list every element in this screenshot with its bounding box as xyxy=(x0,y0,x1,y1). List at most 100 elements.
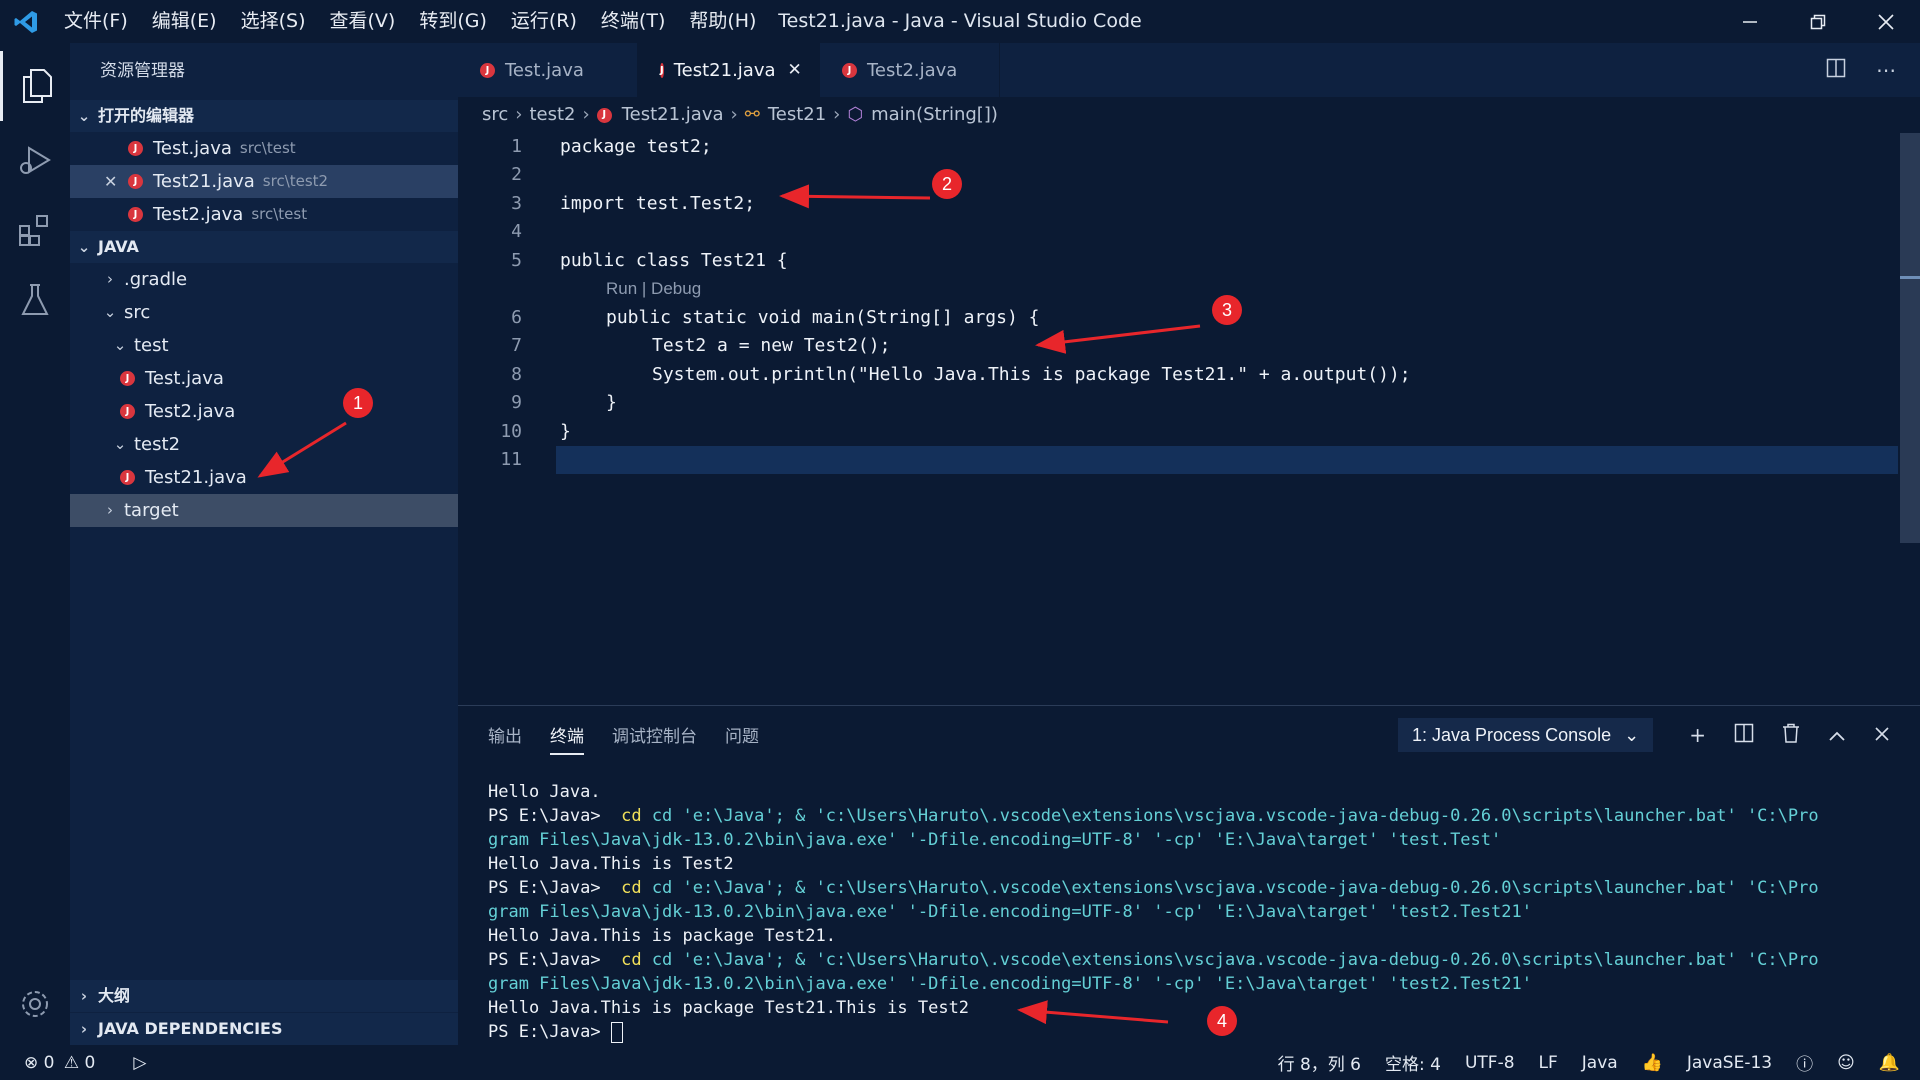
problems-status[interactable]: ⊗ 0 ⚠ 0 xyxy=(24,1053,95,1073)
file-path: src\test xyxy=(239,139,296,157)
outline-label: 大纲 xyxy=(98,986,131,1005)
chevron-right-icon: › xyxy=(515,104,523,125)
close-panel-icon[interactable] xyxy=(1874,723,1890,747)
tab-problems[interactable]: 问题 xyxy=(725,722,759,747)
run-debug-codelens[interactable]: Run | Debug xyxy=(606,275,701,303)
testing-activity[interactable] xyxy=(0,265,70,335)
minimize-button[interactable] xyxy=(1716,0,1784,43)
java-project-header[interactable]: ⌄ JAVA xyxy=(70,231,458,263)
indentation[interactable]: 空格: 4 xyxy=(1385,1050,1441,1075)
add-terminal-icon[interactable]: + xyxy=(1689,723,1706,747)
chevron-down-icon: ⌄ xyxy=(77,107,91,125)
tab-test2-java[interactable]: J Test2.java xyxy=(820,43,1000,97)
extensions-activity[interactable] xyxy=(0,195,70,265)
chevron-down-icon: ⌄ xyxy=(113,435,127,453)
terminal-output[interactable]: Hello Java. PS E:\Java> cd cd 'e:\Java';… xyxy=(488,780,1908,1044)
line-number: 3 xyxy=(511,193,522,214)
tree-item-test[interactable]: ⌄ test xyxy=(70,329,458,362)
menu-help[interactable]: 帮助(H) xyxy=(677,0,768,43)
breadcrumb-item[interactable]: test2 xyxy=(529,97,575,133)
menu-edit[interactable]: 编辑(E) xyxy=(140,0,229,43)
chevron-right-icon: › xyxy=(107,501,113,519)
breadcrumb-item[interactable]: Test21.java xyxy=(622,97,724,133)
outline-header[interactable]: › 大纲 xyxy=(70,980,458,1012)
tree-item-test-java[interactable]: J Test.java xyxy=(70,362,458,395)
end-of-line[interactable]: LF xyxy=(1539,1053,1558,1073)
tree-item-target[interactable]: › target xyxy=(70,494,458,527)
split-terminal-icon[interactable] xyxy=(1734,723,1754,748)
java-runtime[interactable]: JavaSE-13 xyxy=(1687,1053,1772,1073)
java-file-icon: J xyxy=(128,141,143,156)
language-mode[interactable]: Java xyxy=(1582,1053,1618,1073)
tab-test-java[interactable]: J Test.java xyxy=(458,43,638,97)
menu-run[interactable]: 运行(R) xyxy=(499,0,589,43)
restore-button[interactable] xyxy=(1784,0,1852,43)
breadcrumb-item[interactable]: Test21 xyxy=(768,97,826,133)
terminal-line: PS E:\Java> cd cd 'e:\Java'; & 'c:\Users… xyxy=(488,878,1819,898)
tree-item-test21-java[interactable]: J Test21.java xyxy=(70,461,458,494)
tree-item-gradle[interactable]: › .gradle xyxy=(70,263,458,296)
terminal-line: PS E:\Java> cd cd 'e:\Java'; & 'c:\Users… xyxy=(488,806,1819,826)
close-icon[interactable]: ✕ xyxy=(788,60,802,80)
manage-activity[interactable] xyxy=(0,969,70,1039)
line-number: 9 xyxy=(511,392,522,413)
chevron-right-icon: › xyxy=(107,270,113,288)
close-window-button[interactable] xyxy=(1852,0,1920,43)
tree-item-test2-java[interactable]: J Test2.java xyxy=(70,395,458,428)
terminal-line: Hello Java.This is package Test21.This i… xyxy=(488,998,970,1018)
run-icon[interactable]: ▷ xyxy=(133,1053,146,1073)
tab-test21-java[interactable]: J Test21.java ✕ xyxy=(638,43,820,97)
tree-item-src[interactable]: ⌄ src xyxy=(70,296,458,329)
split-editor-icon[interactable] xyxy=(1826,58,1846,83)
tree-item-test2[interactable]: ⌄ test2 xyxy=(70,428,458,461)
tab-debug-console[interactable]: 调试控制台 xyxy=(612,722,697,747)
chevron-up-icon[interactable] xyxy=(1828,723,1846,747)
terminal-select[interactable]: 1: Java Process Console ⌄ xyxy=(1398,718,1654,752)
error-count: 0 xyxy=(43,1052,55,1073)
files-icon xyxy=(22,69,52,103)
prompt: PS E:\Java> xyxy=(488,950,601,970)
trash-icon[interactable] xyxy=(1782,723,1800,748)
file-name: Test.java xyxy=(153,138,232,159)
tree-label: .gradle xyxy=(124,269,188,290)
encoding[interactable]: UTF-8 xyxy=(1465,1053,1515,1073)
chevron-down-icon: ⌄ xyxy=(103,303,117,321)
run-debug-activity[interactable] xyxy=(0,125,70,195)
close-icon[interactable]: ✕ xyxy=(104,165,117,198)
info-icon[interactable]: ⓘ xyxy=(1796,1050,1813,1075)
tab-terminal[interactable]: 终端 xyxy=(550,722,584,755)
restore-icon xyxy=(1810,14,1826,29)
menu-selection[interactable]: 选择(S) xyxy=(229,0,318,43)
bell-icon[interactable]: 🔔 xyxy=(1879,1053,1900,1073)
menu-terminal[interactable]: 终端(T) xyxy=(589,0,677,43)
java-file-icon: J xyxy=(842,62,857,78)
tab-label: Test21.java xyxy=(673,59,776,81)
thumbs-up-icon[interactable]: 👍 xyxy=(1642,1053,1663,1073)
scroll-position-mark xyxy=(1900,276,1920,279)
menu-file[interactable]: 文件(F) xyxy=(52,0,140,43)
explorer-activity[interactable] xyxy=(0,51,70,121)
open-editor-item-active[interactable]: ✕ J Test21.java src\test2 xyxy=(70,165,458,198)
menu-view[interactable]: 查看(V) xyxy=(318,0,408,43)
code-line: Test2 a = new Test2(); xyxy=(652,335,891,356)
editor-area: J Test.java J Test21.java ✕ J Test2.java… xyxy=(458,43,1920,705)
menu-go[interactable]: 转到(G) xyxy=(407,0,499,43)
code-editor[interactable]: 1 package test2; 2 3 import test.Test2; 4 … xyxy=(458,133,1898,705)
tab-output[interactable]: 输出 xyxy=(488,722,522,747)
open-editor-item[interactable]: J Test.java src\test xyxy=(70,132,458,165)
extensions-icon xyxy=(19,215,48,246)
more-actions-icon[interactable]: ⋯ xyxy=(1876,58,1896,82)
open-editors-header[interactable]: ⌄ 打开的编辑器 xyxy=(70,100,458,132)
prompt: PS E:\Java> xyxy=(488,878,601,898)
editor-scrollbar[interactable] xyxy=(1900,133,1920,543)
cursor-position[interactable]: 行 8，列 6 xyxy=(1278,1050,1361,1075)
breadcrumb-item[interactable]: src xyxy=(482,97,508,133)
line-number: 8 xyxy=(511,364,522,385)
code-line: } xyxy=(606,392,617,413)
feedback-icon[interactable]: ☺ xyxy=(1837,1053,1855,1073)
tab-label: Test2.java xyxy=(867,59,958,81)
breadcrumb-item[interactable]: main(String[]) xyxy=(871,97,998,133)
java-dependencies-header[interactable]: › JAVA DEPENDENCIES xyxy=(70,1013,458,1045)
open-editor-item[interactable]: J Test2.java src\test xyxy=(70,198,458,231)
menu-bar: 文件(F) 编辑(E) 选择(S) 查看(V) 转到(G) 运行(R) 终端(T… xyxy=(52,0,768,43)
